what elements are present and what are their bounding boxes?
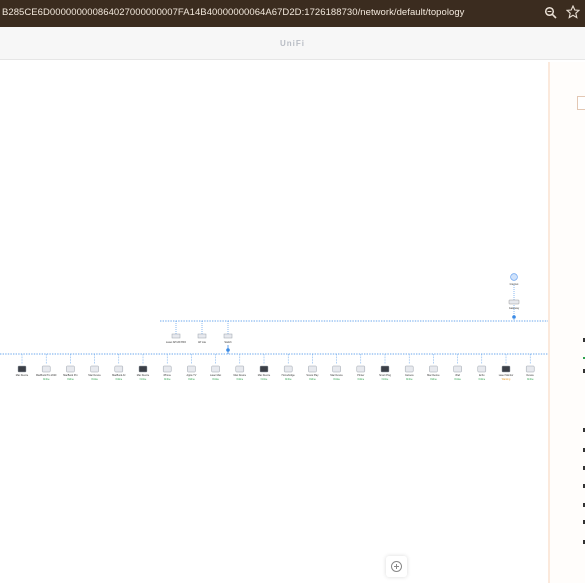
client-icon [17, 365, 27, 373]
client-name: iPad [455, 374, 460, 377]
client-icon [235, 365, 245, 373]
client-status: Online [188, 379, 195, 381]
client-name: Device [527, 374, 535, 377]
client-name: Printer [357, 374, 364, 377]
client-name: MacBook Pro [63, 374, 78, 377]
client-icon [283, 365, 293, 373]
client-status: Online [261, 379, 268, 381]
client-name: Sonos Play [306, 374, 319, 377]
client-name: Mac Device [234, 374, 247, 377]
client-name: Mac Device [16, 374, 29, 377]
upper-device-icon [197, 333, 207, 339]
client-icon [501, 365, 511, 373]
app-title: UniFi [280, 39, 305, 48]
client-name: Apple TV [187, 374, 197, 377]
client-icon [308, 365, 317, 373]
browser-url-bar: B285CE6D000000000864027000000007FA14B400… [0, 0, 585, 27]
client-name: Mac Device [330, 374, 343, 377]
client-icon [525, 365, 535, 373]
internet-label: Internet [510, 282, 519, 286]
topology-graph[interactable]: Internet Gateway Laser AP/U6 PRO AP Lite Swi… [0, 60, 585, 585]
client-name: Mac Device [137, 374, 150, 377]
client-status: Online [285, 379, 292, 381]
client-name: iPhone [163, 374, 171, 377]
zoom-icon[interactable] [544, 6, 558, 20]
panel-collapse-tab[interactable] [577, 96, 585, 110]
client-icon [259, 365, 269, 373]
client-name: Homebridge [282, 374, 296, 377]
client-status: Online [527, 379, 534, 381]
client-status: Online [478, 379, 485, 381]
client-name: Mac Device [427, 374, 440, 377]
topology-canvas[interactable]: Internet Gateway Laser AP/U6 PRO AP Lite Swi… [0, 60, 585, 585]
client-icon [477, 365, 487, 373]
app-title-bar: UniFi [0, 27, 585, 60]
client-name: Echo [479, 374, 485, 377]
client-icon [187, 365, 196, 373]
client-status: Online [91, 379, 98, 381]
client-icon [162, 365, 172, 373]
zoom-in-button[interactable] [386, 556, 407, 577]
client-status: Online [430, 379, 437, 381]
client-icon [114, 365, 124, 373]
client-name: MacBook Pro 2020 [36, 374, 57, 377]
client-icon [211, 365, 220, 373]
client-status: Online [212, 379, 219, 381]
client-name: Mac Device [88, 374, 101, 377]
port-dot [512, 315, 516, 319]
client-icon [138, 365, 148, 373]
client-name: Mac Device [258, 374, 271, 377]
client-status: Online [382, 379, 389, 381]
upper-device-icon [171, 333, 181, 339]
client-name: Smart Plug [379, 374, 391, 377]
url-text[interactable]: B285CE6D000000000864027000000007FA14B400… [2, 7, 464, 18]
zoom-in-icon [391, 561, 402, 572]
switch-port-dot [226, 348, 230, 352]
globe-icon [510, 273, 518, 281]
client-icon [380, 365, 390, 373]
client-icon [332, 365, 341, 373]
client-status: Online [164, 379, 171, 381]
gateway-label: Gateway [509, 306, 520, 310]
client-icon [66, 365, 75, 373]
client-status: Online [140, 379, 147, 381]
upper-device-icon [223, 333, 233, 339]
client-name: Laser Monitor [499, 374, 514, 377]
upper-device-name: AP Lite [198, 341, 207, 344]
client-status: Online [357, 379, 364, 381]
client-status: Warning [502, 378, 511, 381]
client-status: Online [454, 379, 461, 381]
client-status: Online [115, 379, 122, 381]
client-status: Online [333, 379, 340, 381]
upper-device-name: Switch [224, 341, 232, 344]
client-icon [90, 365, 99, 373]
device-side-panel[interactable] [548, 62, 585, 583]
client-name: Camera [405, 374, 414, 377]
client-icon [429, 365, 438, 373]
client-name: MacBook Air [112, 374, 126, 377]
star-icon[interactable] [566, 5, 580, 19]
client-icon [356, 365, 366, 373]
client-status: Online [236, 379, 243, 381]
upper-device-name: Laser AP/U6 PRO [166, 341, 186, 344]
client-icon [453, 365, 462, 373]
client-status: Online [309, 379, 316, 381]
client-icon [41, 365, 51, 373]
client-status: Online [43, 379, 50, 381]
client-status: Online [406, 379, 413, 381]
gateway-icon [508, 299, 520, 305]
client-icon [404, 365, 414, 373]
client-name: Laser Mac [210, 374, 222, 377]
client-status: Online [67, 379, 74, 381]
